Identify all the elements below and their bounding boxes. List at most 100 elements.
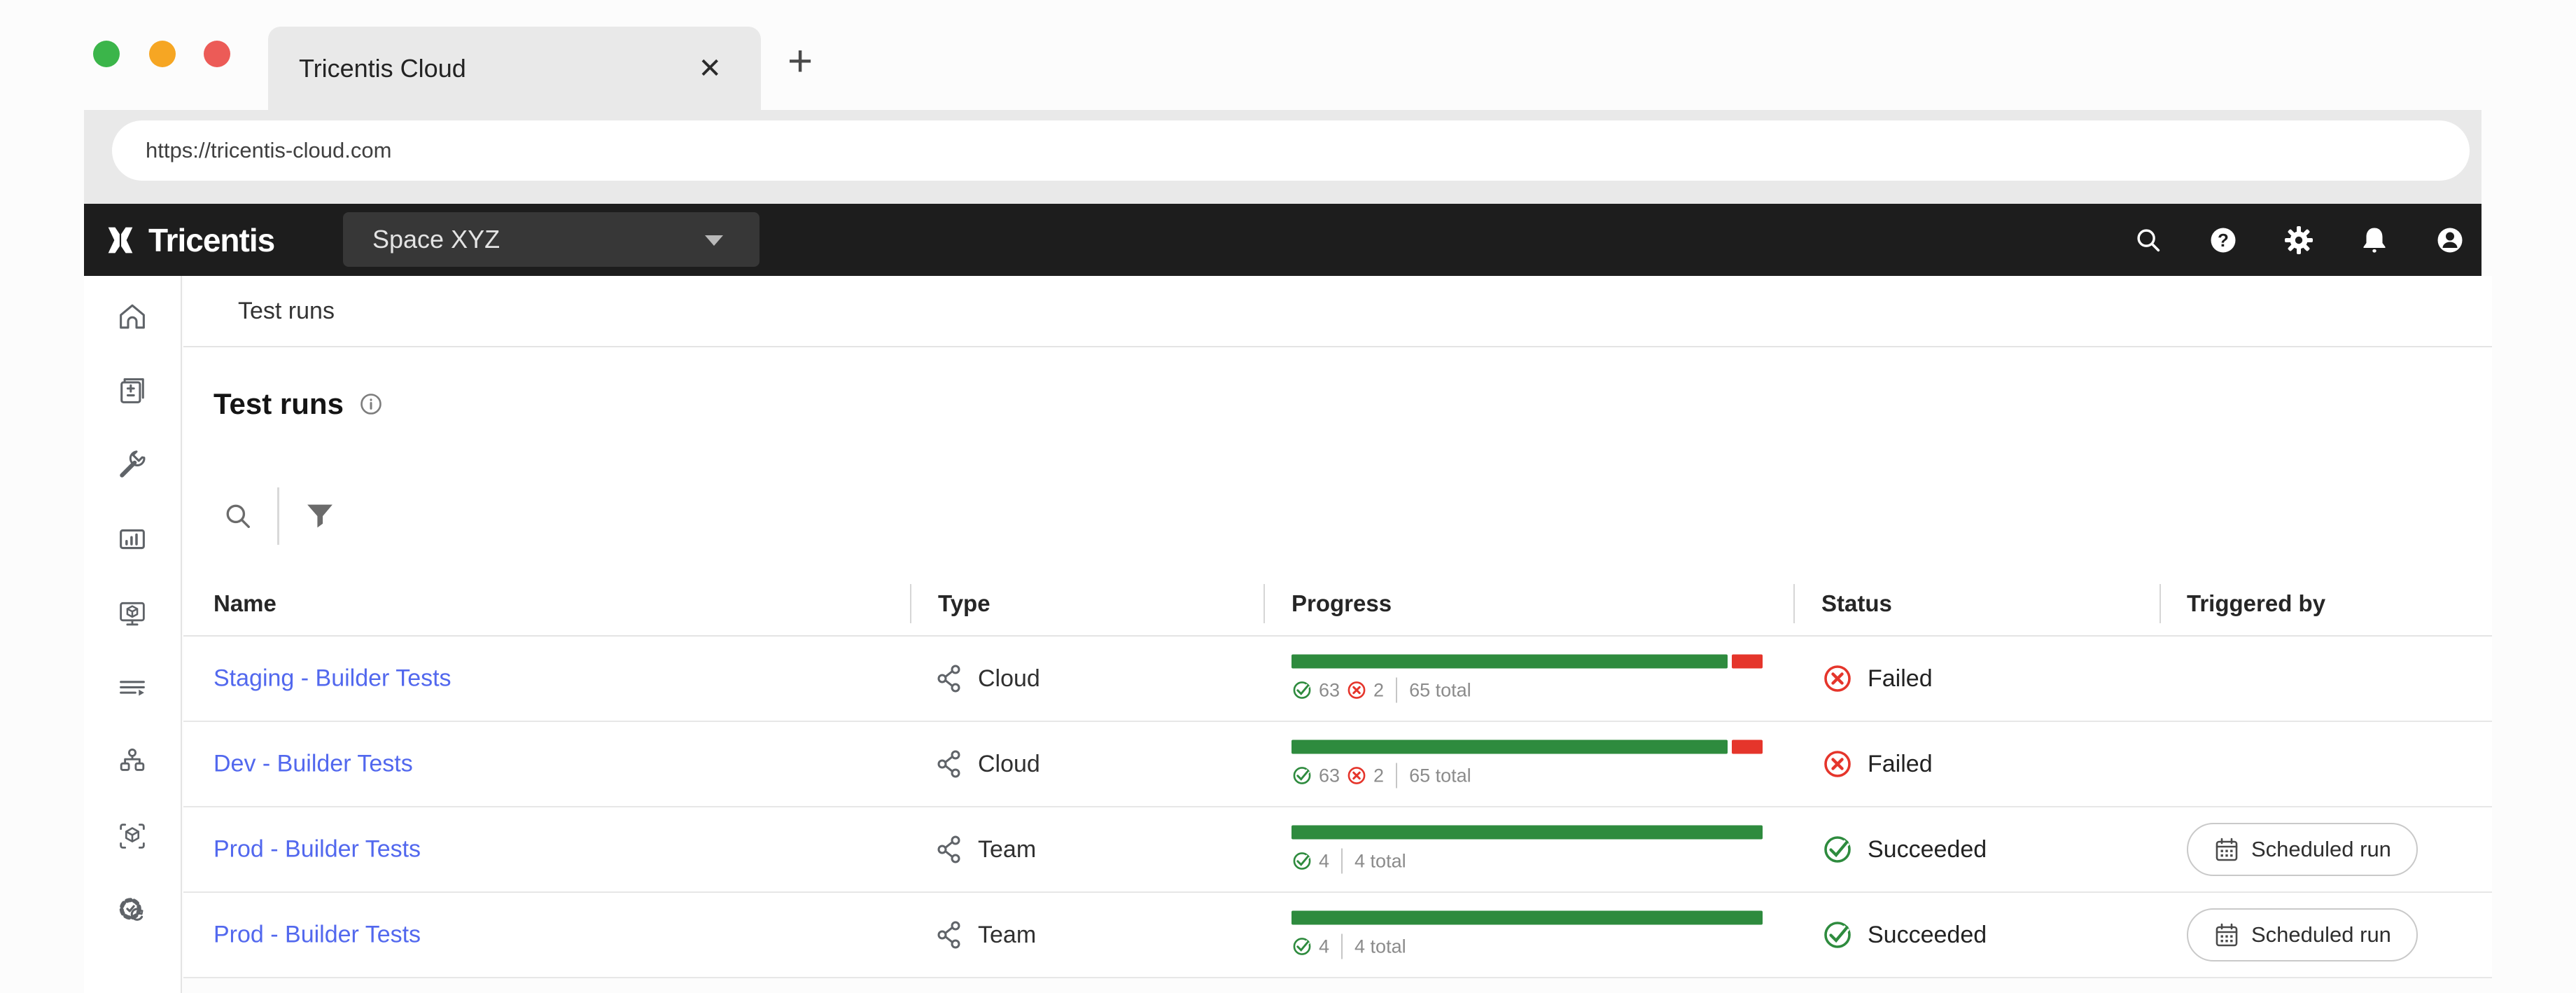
scheduled-run-button[interactable]: Scheduled run (2187, 908, 2418, 961)
brand-name: Tricentis (148, 221, 274, 259)
help-icon[interactable]: ? (2207, 224, 2239, 256)
table-row[interactable]: Prod - Builder Tests Team (183, 807, 2492, 893)
column-header-type: Type (938, 590, 990, 617)
progress-cell: 4 4 total (1292, 826, 1763, 874)
chevron-down-icon (705, 235, 723, 246)
share-icon (934, 834, 965, 865)
share-icon (934, 663, 965, 694)
search-icon[interactable] (2133, 225, 2164, 256)
total-count: 4 total (1354, 850, 1406, 872)
progress-cell: 63 2 65 total (1292, 655, 1763, 703)
sidebar-item-home[interactable] (115, 300, 149, 333)
filter-icon[interactable] (304, 501, 335, 531)
passed-count: 63 (1319, 679, 1340, 701)
passed-check-icon (1292, 936, 1312, 957)
passed-count: 4 (1319, 850, 1329, 872)
status-label: Failed (1868, 751, 1933, 778)
table-row[interactable]: Prod - Builder Tests Team (183, 893, 2492, 978)
breadcrumb[interactable]: Test runs (238, 298, 335, 325)
scheduled-run-button[interactable]: Scheduled run (2187, 823, 2418, 876)
header-divider (1264, 584, 1265, 623)
test-run-link[interactable]: Prod - Builder Tests (214, 836, 421, 863)
succeeded-icon (1821, 833, 1854, 866)
failed-count: 2 (1373, 765, 1384, 786)
progress-passed-segment (1292, 826, 1763, 840)
sidebar-item-tools[interactable] (115, 448, 149, 482)
close-tab-icon[interactable]: ✕ (698, 53, 722, 85)
failed-icon (1821, 748, 1854, 780)
progress-bar (1292, 826, 1763, 840)
browser-toolbar: https://tricentis-cloud.com (84, 110, 2482, 204)
stats-divider (1396, 678, 1397, 703)
app-bar: Tricentis Space XYZ ? (84, 204, 2482, 276)
stats-divider (1341, 934, 1343, 959)
sidebar-item-automation[interactable] (115, 894, 149, 927)
table-row[interactable]: Dev - Builder Tests Cloud (183, 722, 2492, 807)
progress-passed-segment (1292, 655, 1728, 669)
svg-text:?: ? (2218, 230, 2229, 251)
progress-cell: 4 4 total (1292, 911, 1763, 959)
main-content: Test runs Test runs Name Type Progress S… (183, 276, 2492, 978)
url-bar[interactable]: https://tricentis-cloud.com (112, 120, 2470, 181)
home-icon (121, 305, 144, 328)
sidebar-item-execution[interactable] (115, 597, 149, 630)
total-count: 4 total (1354, 936, 1406, 957)
status-label: Succeeded (1868, 836, 1987, 863)
type-label: Cloud (978, 665, 1040, 693)
sidebar-item-hierarchy[interactable] (115, 745, 149, 779)
url-text: https://tricentis-cloud.com (146, 138, 391, 163)
stats-divider (1396, 763, 1397, 789)
tab-title: Tricentis Cloud (299, 54, 466, 83)
notifications-icon[interactable] (2358, 224, 2390, 256)
page-title: Test runs (214, 387, 344, 421)
traffic-light-green[interactable] (93, 41, 120, 67)
column-header-name: Name (214, 590, 276, 617)
header-divider (1793, 584, 1795, 623)
calendar-icon (2213, 836, 2240, 863)
progress-cell: 63 2 65 total (1292, 740, 1763, 789)
table-row[interactable]: Staging - Builder Tests Cloud (183, 637, 2492, 722)
space-selector-label: Space XYZ (372, 225, 500, 254)
status-label: Failed (1868, 665, 1933, 693)
traffic-light-orange[interactable] (149, 41, 176, 67)
browser-tab[interactable]: Tricentis Cloud ✕ (268, 27, 761, 111)
passed-check-icon (1292, 765, 1312, 786)
share-icon (934, 919, 965, 950)
progress-passed-segment (1292, 740, 1728, 754)
toolbar-divider (277, 487, 279, 545)
settings-icon[interactable] (2283, 224, 2315, 256)
type-label: Team (978, 836, 1036, 863)
failed-x-icon (1346, 765, 1367, 786)
share-icon (934, 749, 965, 779)
calendar-icon (2213, 922, 2240, 948)
total-count: 65 total (1409, 765, 1471, 786)
test-run-link[interactable]: Prod - Builder Tests (214, 922, 421, 949)
total-count: 65 total (1409, 679, 1471, 701)
type-label: Cloud (978, 751, 1040, 778)
passed-check-icon (1292, 851, 1312, 872)
space-selector[interactable]: Space XYZ (343, 212, 760, 267)
column-header-triggered-by: Triggered by (2187, 590, 2325, 617)
account-icon[interactable] (2434, 224, 2466, 256)
stats-divider (1341, 849, 1343, 874)
new-tab-icon[interactable]: + (788, 36, 813, 86)
progress-bar (1292, 740, 1763, 754)
progress-failed-segment (1732, 740, 1763, 754)
passed-check-icon (1292, 680, 1312, 701)
sidebar (84, 276, 182, 993)
sidebar-item-reports[interactable] (115, 522, 149, 556)
sidebar-item-test-cases[interactable] (115, 374, 149, 408)
progress-bar (1292, 655, 1763, 669)
scheduled-run-label: Scheduled run (2251, 837, 2391, 862)
traffic-light-red[interactable] (204, 41, 230, 67)
test-run-link[interactable]: Dev - Builder Tests (214, 751, 413, 778)
sidebar-item-test-runs[interactable] (115, 671, 149, 704)
failed-x-icon (1346, 680, 1367, 701)
info-icon[interactable] (359, 392, 383, 416)
column-header-progress: Progress (1292, 590, 1392, 617)
search-icon[interactable] (224, 502, 252, 530)
table-toolbar (183, 461, 2492, 571)
sidebar-item-cube-focus[interactable] (115, 819, 149, 853)
failed-icon (1821, 662, 1854, 695)
test-run-link[interactable]: Staging - Builder Tests (214, 665, 451, 693)
